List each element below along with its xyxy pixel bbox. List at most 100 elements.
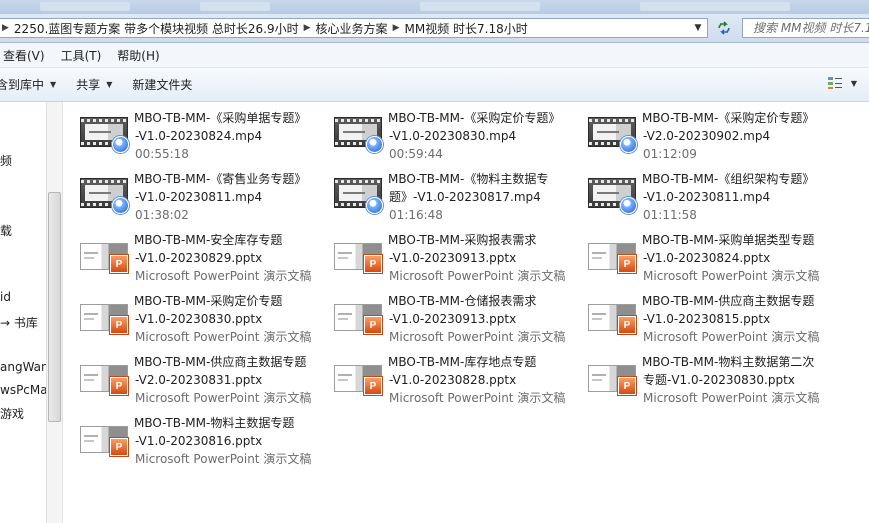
file-name: MBO-TB-MM-物料主数据第二次 [642,355,815,369]
file-item[interactable]: P MBO-TB-MM-采购定价专题 -V1.0-20230830.pptx Micr… [63,285,313,346]
nav-item-library[interactable]: → 书库 [0,314,38,331]
file-type: Microsoft PowerPoint 演示文稿 [135,452,312,466]
file-name: MBO-TB-MM-供应商主数据专题 [642,294,815,308]
breadcrumb-item-mm-video[interactable]: MM视频 时长7.18小时 [401,20,530,37]
scrollbar-thumb[interactable] [48,192,61,422]
file-type: Microsoft PowerPoint 演示文稿 [389,391,566,405]
file-name: MBO-TB-MM-《寄售业务专题》 [134,172,307,186]
file-item[interactable]: P MBO-TB-MM-仓储报表需求 -V1.0-20230913.pptx Micr… [317,285,567,344]
breadcrumb-separator-icon[interactable]: ▶ [391,23,402,33]
file-name: -V1.0-20230829.pptx [135,251,263,265]
change-view-button[interactable]: ▼ [827,76,857,90]
view-chevron-down-icon[interactable]: ▼ [851,79,857,88]
window-top-strip [0,0,869,14]
address-history-chevron-down-icon[interactable]: ▼ [691,19,705,37]
powerpoint-icon: P [110,438,128,456]
include-in-library-label: 含到库中 [0,78,45,92]
navigation-scrollbar[interactable] [46,102,63,523]
nav-item-games[interactable]: 游戏 [0,405,24,422]
nav-item-video[interactable]: 频 [0,152,12,169]
file-name: MBO-TB-MM-采购定价专题 [134,294,283,308]
refresh-icon [718,21,730,35]
breadcrumb-separator-icon[interactable]: ▶ [302,23,313,33]
powerpoint-icon: P [110,377,128,395]
address-bar: ▶ 2250.蓝图专题方案 带多个模块视频 总时长26.9小时 ▶ 核心业务方案… [0,14,869,43]
pptx-thumbnail: P [80,239,130,273]
file-name: MBO-TB-MM-《物料主数据专 [388,172,549,186]
powerpoint-icon: P [618,316,636,334]
video-thumbnail [80,178,130,214]
file-item[interactable]: P MBO-TB-MM-采购报表需求 -V1.0-20230913.pptx Micr… [317,224,567,283]
file-info: MBO-TB-MM-《采购定价专题》 -V2.0-20230902.mp4 01:1… [642,109,821,163]
file-name: MBO-TB-MM-《采购定价专题》 [642,111,815,125]
search-input[interactable] [743,19,869,37]
breadcrumb[interactable]: ▶ 2250.蓝图专题方案 带多个模块视频 总时长26.9小时 ▶ 核心业务方案… [0,18,708,38]
media-player-icon [112,197,129,214]
file-list: MBO-TB-MM-《采购单据专题》 -V1.0-20230824.mp4 00:5… [63,102,869,523]
chevron-down-icon: ▼ [50,80,57,89]
file-type: Microsoft PowerPoint 演示文稿 [643,269,820,283]
file-item[interactable]: MBO-TB-MM-《采购定价专题》 -V1.0-20230830.mp4 00:5… [317,102,567,161]
file-item[interactable]: MBO-TB-MM-《采购单据专题》 -V1.0-20230824.mp4 00:5… [63,102,313,161]
pptx-thumbnail: P [80,422,130,456]
media-player-icon [620,136,637,153]
file-name: -V2.0-20230902.mp4 [643,129,771,143]
file-item[interactable]: P MBO-TB-MM-物料主数据第二次 专题-V1.0-20230830.pptx… [571,346,821,405]
file-info: MBO-TB-MM-物料主数据专题 -V1.0-20230816.pptx Micr… [134,414,313,468]
nav-item-wspcma[interactable]: wsPcMa [0,383,46,397]
file-type: Microsoft PowerPoint 演示文稿 [643,391,820,405]
menu-view[interactable]: 查看(V) [0,47,53,64]
search-box[interactable] [742,18,869,38]
file-info: MBO-TB-MM-供应商主数据专题 -V1.0-20230815.pptx Mic… [642,292,821,346]
file-name: 专题-V1.0-20230830.pptx [643,373,795,387]
file-type: Microsoft PowerPoint 演示文稿 [643,330,820,344]
file-item[interactable]: MBO-TB-MM-《采购定价专题》 -V2.0-20230902.mp4 01:1… [571,102,821,163]
file-item[interactable]: P MBO-TB-MM-安全库存专题 -V1.0-20230829.pptx Micr… [63,224,313,283]
file-info: MBO-TB-MM-《物料主数据专 题》-V1.0-20230817.mp4 01:… [388,170,567,224]
view-options-icon [827,77,842,89]
file-name: -V1.0-20230913.pptx [389,251,517,265]
file-item[interactable]: MBO-TB-MM-《物料主数据专 题》-V1.0-20230817.mp4 01:… [317,163,567,224]
file-item[interactable]: MBO-TB-MM-《组织架构专题》 -V1.0-20230811.mp4 01:1… [571,163,821,222]
video-thumbnail [334,117,384,153]
file-item[interactable]: P MBO-TB-MM-供应商主数据专题 -V1.0-20230815.pptx Mi… [571,285,821,346]
new-folder-button[interactable]: 新建文件夹 [122,76,202,93]
include-in-library-button[interactable]: 含到库中 ▼ [0,76,66,93]
file-info: MBO-TB-MM-《寄售业务专题》 -V1.0-20230811.mp4 01:3… [134,170,313,224]
file-info: MBO-TB-MM-供应商主数据专题 -V2.0-20230831.pptx Mic… [134,353,313,407]
nav-item-downloads[interactable]: 载 [0,222,12,239]
menu-tools[interactable]: 工具(T) [53,47,110,64]
file-item[interactable]: P MBO-TB-MM-库存地点专题 -V1.0-20230828.pptx Micr… [317,346,567,405]
file-name: MBO-TB-MM-安全库存专题 [134,233,283,247]
share-button[interactable]: 共享 ▼ [66,76,122,93]
media-player-icon [366,136,383,153]
file-item[interactable]: P MBO-TB-MM-采购单据类型专题 -V1.0-20230824.pptx Mi… [571,224,821,283]
file-name: MBO-TB-MM-库存地点专题 [388,355,537,369]
nav-item-id[interactable]: id [0,290,11,304]
pptx-thumbnail: P [588,239,638,273]
file-name: MBO-TB-MM-供应商主数据专题 [134,355,307,369]
media-player-icon [112,136,129,153]
menu-help[interactable]: 帮助(H) [109,47,167,64]
refresh-button[interactable] [712,19,736,37]
powerpoint-icon: P [364,316,382,334]
file-name: -V2.0-20230831.pptx [135,373,263,387]
breadcrumb-item-blueprint[interactable]: 2250.蓝图专题方案 带多个模块视频 总时长26.9小时 [11,20,302,37]
file-type: Microsoft PowerPoint 演示文稿 [135,391,312,405]
file-info: MBO-TB-MM-采购定价专题 -V1.0-20230830.pptx Micro… [134,292,313,346]
file-type: Microsoft PowerPoint 演示文稿 [135,330,312,344]
file-duration: 01:11:58 [643,208,697,222]
pptx-thumbnail: P [588,361,638,395]
file-name: -V1.0-20230811.mp4 [135,190,263,204]
new-folder-label: 新建文件夹 [132,78,193,92]
nav-item-user[interactable]: angWan [0,360,46,374]
file-item[interactable]: MBO-TB-MM-《寄售业务专题》 -V1.0-20230811.mp4 01:3… [63,163,313,224]
file-duration: 00:55:18 [135,147,189,161]
pptx-thumbnail: P [588,300,638,334]
file-item[interactable]: P MBO-TB-MM-物料主数据专题 -V1.0-20230816.pptx Mic… [63,407,313,468]
file-name: MBO-TB-MM-《组织架构专题》 [642,172,815,186]
breadcrumb-separator-icon[interactable]: ▶ [0,23,11,33]
file-item[interactable]: P MBO-TB-MM-供应商主数据专题 -V2.0-20230831.pptx Mi… [63,346,313,407]
powerpoint-icon: P [618,255,636,273]
breadcrumb-item-core-business[interactable]: 核心业务方案 [313,20,391,37]
